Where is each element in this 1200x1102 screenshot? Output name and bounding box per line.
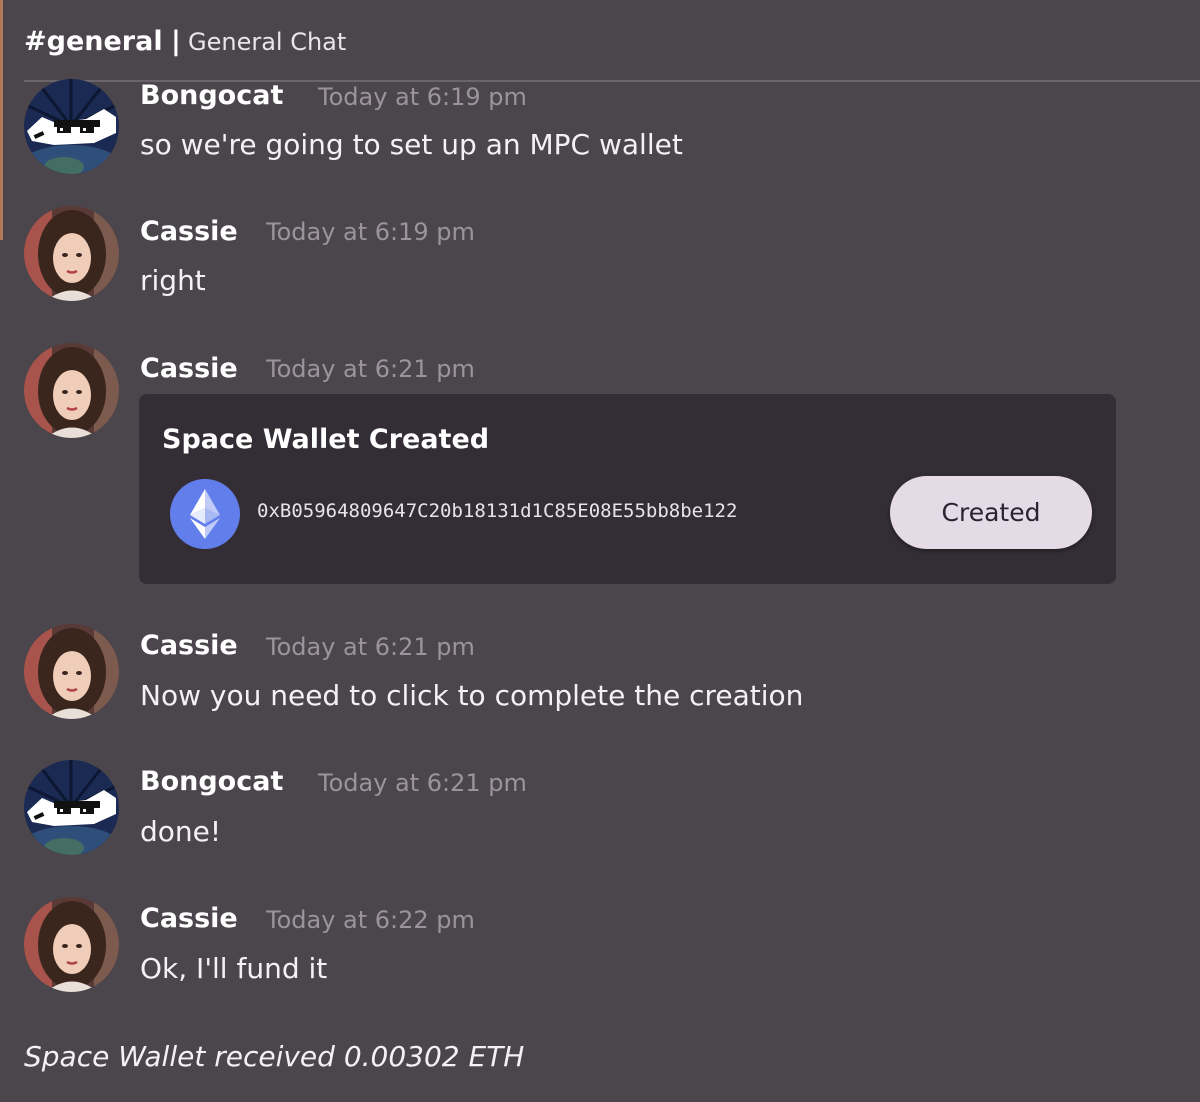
message: Bongocat Today at 6:19 pm so we're going… [24,80,1174,180]
message-text: right [140,264,206,297]
message-author[interactable]: Cassie [140,630,238,661]
message-timestamp: Today at 6:22 pm [266,906,475,934]
channel-description: General Chat [188,28,347,56]
message-text: done! [140,815,222,848]
cassie-avatar[interactable] [24,206,119,301]
message: Cassie Today at 6:22 pm Ok, I'll fund it [24,897,1174,997]
window-edge [0,0,3,240]
message: Cassie Today at 6:19 pm right [24,206,1174,306]
message-text: so we're going to set up an MPC wallet [140,128,683,161]
message-timestamp: Today at 6:21 pm [318,769,527,797]
system-message: Space Wallet received 0.00302 ETH [24,1040,525,1073]
bongocat-avatar[interactable] [24,79,119,174]
message-text: Now you need to click to complete the cr… [140,679,804,712]
message-text: Ok, I'll fund it [140,952,328,985]
wallet-address[interactable]: 0xB05964809647C20b18131d1C85E08E55bb8be1… [257,500,737,522]
message-author[interactable]: Cassie [140,353,238,384]
chat-window: #general | General Chat Bongocat Today a… [0,0,1200,1102]
message: Bongocat Today at 6:21 pm done! [24,760,1174,860]
message-timestamp: Today at 6:19 pm [266,218,475,246]
cassie-avatar[interactable] [24,624,119,719]
bongocat-avatar[interactable] [24,760,119,855]
cassie-avatar[interactable] [24,343,119,438]
channel-name[interactable]: #general [24,26,163,57]
message-author[interactable]: Bongocat [140,766,283,797]
card-title: Space Wallet Created [162,424,490,455]
message-timestamp: Today at 6:21 pm [266,355,475,383]
message-author[interactable]: Cassie [140,903,238,934]
message-timestamp: Today at 6:21 pm [266,633,475,661]
message-author[interactable]: Cassie [140,216,238,247]
message-author[interactable]: Bongocat [140,80,283,111]
header-separator: | [171,26,181,57]
created-button[interactable]: Created [890,476,1092,549]
message-timestamp: Today at 6:19 pm [318,83,527,111]
wallet-created-card: Space Wallet Created 0xB05964809647C20b1… [139,394,1116,584]
ethereum-icon [170,479,240,549]
channel-header: #general | General Chat [24,0,1200,82]
cassie-avatar[interactable] [24,897,119,992]
message: Cassie Today at 6:21 pm Now you need to … [24,624,1174,724]
